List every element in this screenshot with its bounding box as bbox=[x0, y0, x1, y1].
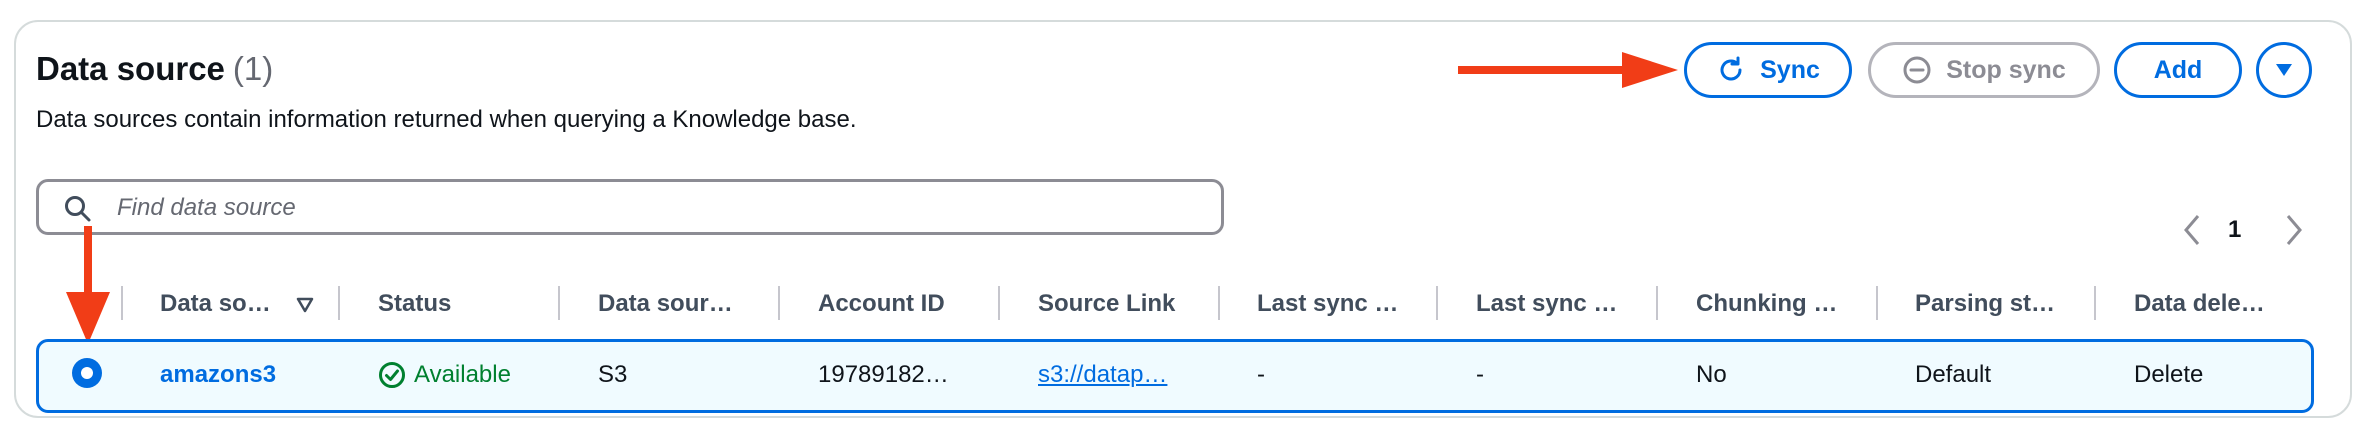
last-sync-cell-2: - bbox=[1476, 361, 1484, 388]
caret-down-icon bbox=[2276, 64, 2292, 76]
refresh-icon bbox=[1720, 56, 1742, 81]
status-badge: Available bbox=[378, 361, 511, 389]
column-header-status[interactable]: Status bbox=[378, 290, 451, 318]
column-header-data-source-type[interactable]: Data sour… bbox=[598, 290, 733, 318]
status-text: Available bbox=[414, 361, 511, 388]
column-header-last-sync-1[interactable]: Last sync … bbox=[1257, 290, 1398, 318]
chunking-cell: No bbox=[1696, 361, 1727, 388]
column-separator bbox=[778, 286, 780, 320]
column-separator bbox=[998, 286, 1000, 320]
sync-label: Sync bbox=[1760, 55, 1820, 84]
check-circle-icon bbox=[379, 362, 405, 388]
column-separator bbox=[1218, 286, 1220, 320]
add-label: Add bbox=[2153, 55, 2203, 84]
previous-page-icon[interactable] bbox=[2182, 212, 2204, 248]
source-link[interactable]: s3://datap… bbox=[1038, 361, 1167, 389]
column-separator bbox=[1876, 286, 1878, 320]
column-header-parsing[interactable]: Parsing st… bbox=[1915, 290, 2055, 318]
annotation-arrow-down-icon bbox=[66, 226, 110, 344]
parsing-cell: Default bbox=[1915, 361, 1992, 388]
sync-button[interactable]: Sync bbox=[1684, 42, 1852, 98]
data-source-name-link[interactable]: amazons3 bbox=[160, 361, 276, 389]
sort-descending-icon[interactable] bbox=[296, 297, 314, 313]
search-icon bbox=[65, 196, 91, 222]
column-header-last-sync-2[interactable]: Last sync … bbox=[1476, 290, 1617, 318]
panel-description: Data sources contain information returne… bbox=[36, 106, 857, 133]
column-separator bbox=[338, 286, 340, 320]
column-separator bbox=[1656, 286, 1658, 320]
column-header-source-link[interactable]: Source Link bbox=[1038, 290, 1175, 318]
title-text: Data source bbox=[36, 50, 225, 87]
page-title: Data source (1) bbox=[36, 50, 273, 88]
column-separator bbox=[2094, 286, 2096, 320]
data-source-type-cell: S3 bbox=[598, 361, 628, 388]
stop-sync-label: Stop sync bbox=[1946, 55, 2066, 84]
column-header-account-id[interactable]: Account ID bbox=[818, 290, 945, 318]
add-button[interactable]: Add bbox=[2114, 42, 2242, 98]
column-separator bbox=[1436, 286, 1438, 320]
column-separator bbox=[558, 286, 560, 320]
column-header-data-deletion[interactable]: Data dele… bbox=[2134, 290, 2265, 318]
data-deletion-cell: Delete bbox=[2134, 361, 2204, 388]
current-page-number[interactable]: 1 bbox=[2228, 216, 2241, 244]
stop-circle-icon bbox=[1903, 56, 1931, 84]
more-actions-dropdown-button[interactable] bbox=[2256, 42, 2312, 98]
last-sync-cell-1: - bbox=[1257, 361, 1265, 388]
stop-sync-button[interactable]: Stop sync bbox=[1868, 42, 2100, 98]
search-field[interactable] bbox=[36, 179, 1224, 235]
annotation-arrow-right-icon bbox=[1458, 52, 1678, 88]
column-separator bbox=[121, 286, 123, 320]
search-input[interactable] bbox=[115, 190, 1199, 226]
account-id-cell: 19789182… bbox=[818, 361, 949, 388]
title-count: (1) bbox=[232, 50, 274, 87]
next-page-icon[interactable] bbox=[2282, 212, 2304, 248]
column-header-name[interactable]: Data so… bbox=[160, 290, 271, 318]
column-header-chunking[interactable]: Chunking … bbox=[1696, 290, 1837, 318]
row-select-radio[interactable] bbox=[72, 358, 102, 388]
